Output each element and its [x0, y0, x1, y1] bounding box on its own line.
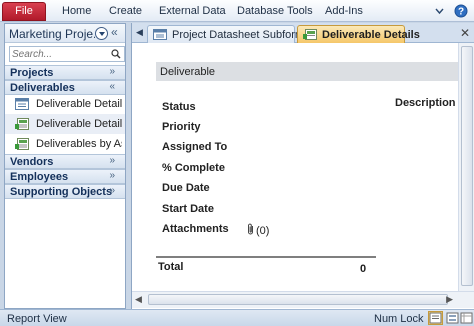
nav-item-label: Deliverable Details: [36, 118, 122, 130]
doc-tab-label: Project Datasheet Subform: [172, 29, 305, 41]
report-view-icon[interactable]: [428, 311, 443, 325]
horizontal-scroll-thumb[interactable]: [148, 294, 448, 305]
total-divider: [156, 256, 376, 258]
chevron-down-icon[interactable]: [95, 27, 108, 40]
nav-group-employees[interactable]: Employees »: [5, 169, 125, 184]
nav-title-bar[interactable]: Marketing Proje... «: [5, 24, 125, 43]
doc-tab-project-datasheet-subform[interactable]: Project Datasheet Subform: [147, 25, 304, 43]
nav-group-deliverables[interactable]: Deliverables «: [5, 80, 125, 95]
field-label-status: Status: [162, 101, 196, 113]
form-header: Deliverable: [156, 62, 462, 81]
group-label: Employees: [10, 171, 69, 183]
nav-title: Marketing Proje...: [9, 27, 95, 41]
vertical-scroll-thumb[interactable]: [461, 46, 473, 286]
field-label-start-date: Start Date: [162, 203, 214, 215]
form-header-title: Deliverable: [160, 66, 216, 78]
attachments-field[interactable]: (0): [247, 223, 269, 238]
design-view-icon[interactable]: [459, 311, 474, 325]
layout-view-icon[interactable]: [445, 311, 460, 325]
attachments-count: (0): [256, 224, 270, 237]
form-icon: [15, 98, 29, 113]
nav-item-label: Deliverables by As...: [36, 138, 122, 150]
group-label: Vendors: [10, 156, 54, 168]
collapse-icon: «: [109, 81, 115, 92]
close-icon[interactable]: ✕: [460, 26, 470, 40]
field-label-percent-complete: % Complete: [162, 162, 225, 174]
navigation-pane: Marketing Proje... « Projects » Delivera…: [4, 23, 126, 309]
tab-external-data[interactable]: External Data: [159, 5, 226, 17]
doc-tab-deliverable-details[interactable]: Deliverable Details: [297, 25, 420, 43]
file-tab[interactable]: File: [2, 2, 46, 21]
search-icon[interactable]: [111, 49, 121, 62]
field-label-attachments: Attachments: [162, 223, 229, 235]
nav-item-deliverable-details-form[interactable]: Deliverable Details: [5, 94, 125, 114]
total-label: Total: [158, 261, 184, 273]
status-bar: Report View Num Lock: [0, 309, 474, 326]
nav-group-projects[interactable]: Projects »: [5, 65, 125, 80]
field-label-assigned-to: Assigned To: [162, 141, 228, 153]
expand-icon: »: [109, 185, 115, 196]
ribbon: File Home Create External Data Database …: [0, 0, 474, 22]
report-icon: [15, 138, 29, 153]
nav-item-deliverable-details-report[interactable]: Deliverable Details: [5, 114, 125, 134]
scroll-left-icon[interactable]: ◀: [135, 294, 142, 305]
doc-tab-label: Deliverable Details: [322, 29, 420, 41]
expand-icon: »: [109, 155, 115, 166]
horizontal-scrollbar[interactable]: ◀ ▶: [132, 291, 474, 308]
field-label-description: Description: [395, 97, 456, 109]
search-box[interactable]: [9, 46, 125, 62]
tab-database-tools[interactable]: Database Tools: [237, 5, 313, 17]
form-icon: [153, 29, 167, 43]
nav-item-label: Deliverable Details: [36, 98, 122, 110]
status-view-name: Report View: [7, 313, 67, 325]
nav-group-supporting-objects[interactable]: Supporting Objects »: [5, 184, 125, 199]
nav-group-vendors[interactable]: Vendors »: [5, 154, 125, 169]
report-icon: [15, 118, 29, 133]
nav-item-deliverables-by-assignee[interactable]: Deliverables by As...: [5, 134, 125, 154]
tab-create[interactable]: Create: [109, 5, 142, 17]
help-icon[interactable]: ?: [454, 4, 468, 18]
report-icon: [303, 29, 317, 43]
minimize-ribbon-icon[interactable]: [435, 8, 444, 15]
paperclip-icon: [247, 223, 255, 238]
tab-scroll-left-icon[interactable]: ◀: [136, 27, 143, 38]
field-label-due-date: Due Date: [162, 182, 210, 194]
group-label: Deliverables: [10, 82, 75, 94]
tab-home[interactable]: Home: [62, 5, 91, 17]
expand-icon: »: [109, 170, 115, 181]
svg-text:?: ?: [458, 7, 464, 18]
collapse-pane-icon[interactable]: «: [111, 25, 118, 39]
scroll-right-icon[interactable]: ▶: [446, 294, 453, 305]
group-label: Supporting Objects: [10, 186, 113, 198]
document-tab-strip: ◀ Project Datasheet Subform Deliverable …: [132, 23, 474, 43]
search-input[interactable]: [12, 48, 108, 60]
expand-icon: »: [109, 66, 115, 77]
vertical-scrollbar[interactable]: [458, 43, 474, 291]
tab-add-ins[interactable]: Add-Ins: [325, 5, 363, 17]
total-value: 0: [360, 263, 367, 275]
document-area: ◀ Project Datasheet Subform Deliverable …: [131, 23, 474, 309]
group-label: Projects: [10, 67, 54, 79]
num-lock-indicator: Num Lock: [374, 313, 424, 325]
field-label-priority: Priority: [162, 121, 201, 133]
